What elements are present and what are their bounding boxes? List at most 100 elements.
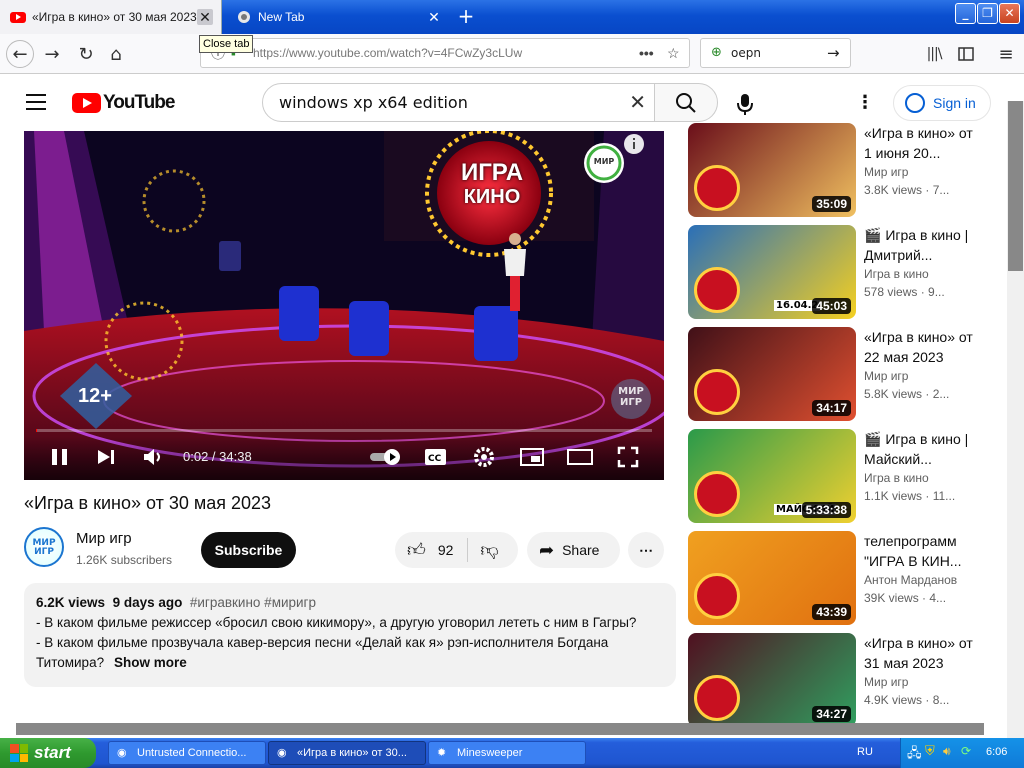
page-actions-icon[interactable]: ••• bbox=[639, 39, 654, 67]
show-logo-badge bbox=[694, 471, 740, 517]
network-icon[interactable]: 🖧︎ bbox=[907, 744, 922, 766]
tab-new-tab[interactable]: New Tab ✕ bbox=[224, 0, 450, 34]
related-video-thumbnail[interactable]: 34:27 bbox=[688, 633, 856, 727]
channel-name[interactable]: Мир игр bbox=[76, 530, 132, 547]
watermark-line1: МИР bbox=[618, 386, 644, 397]
related-video-views: 1.1K views · 11... bbox=[864, 489, 956, 503]
related-video-channel: Игра в кино bbox=[864, 267, 929, 281]
video-duration: 35:09 bbox=[812, 196, 851, 212]
home-icon[interactable]: ⌂ bbox=[102, 40, 130, 68]
show-logo-badge bbox=[694, 369, 740, 415]
bookmark-star-icon[interactable]: ☆ bbox=[667, 39, 680, 67]
hashtags[interactable]: #игравкино #миригр bbox=[190, 595, 316, 610]
volume-icon[interactable] bbox=[142, 446, 164, 468]
related-video-item[interactable]: 34:17 «Игра в кино» от 22 мая 2023 Мир игр… bbox=[688, 327, 988, 423]
minimize-window-button[interactable]: _ bbox=[955, 3, 976, 24]
related-video-item[interactable]: 34:27 «Игра в кино» от 31 мая 2023 Мир игр… bbox=[688, 633, 988, 729]
update-icon[interactable]: ⟳ bbox=[961, 744, 971, 758]
related-video-item[interactable]: 35:09 «Игра в кино» от 1 июня 20... Мир иг… bbox=[688, 123, 988, 219]
related-video-thumbnail[interactable]: МАЙСКИЙ5:33:38 bbox=[688, 429, 856, 523]
related-video-item[interactable]: МАЙСКИЙ5:33:38🎬 Игра в кино | Майский...… bbox=[688, 429, 988, 525]
windows-taskbar: start ◉ Untrusted Connectio... ◉ «Игра в… bbox=[0, 738, 1024, 768]
sign-in-button[interactable]: Sign in bbox=[893, 85, 991, 121]
vertical-scrollbar-thumb[interactable] bbox=[1008, 101, 1023, 271]
theater-mode-icon[interactable] bbox=[566, 446, 594, 468]
sidebar-toggle-icon[interactable] bbox=[952, 40, 980, 68]
tab-youtube[interactable]: «Игра в кино» от 30 мая 2023 - Y ✕ bbox=[0, 0, 222, 34]
related-video-title[interactable]: «Игра в кино» от 22 мая 2023 bbox=[864, 327, 980, 367]
progress-bar-fill bbox=[36, 429, 37, 432]
channel-avatar[interactable]: МИР ИГР bbox=[24, 527, 64, 567]
related-video-thumbnail[interactable]: 34:17 bbox=[688, 327, 856, 421]
related-video-title[interactable]: «Игра в кино» от 1 июня 20... bbox=[864, 123, 980, 163]
description-box[interactable]: 6.2K views 9 days ago #игравкино #миригр… bbox=[24, 583, 676, 687]
related-video-title[interactable]: телепрограмм "ИГРА В КИН... bbox=[864, 531, 980, 571]
library-icon[interactable]: |||\ bbox=[920, 40, 948, 68]
new-tab-plus-icon[interactable]: + bbox=[454, 5, 478, 29]
youtube-logo[interactable]: YouTube bbox=[72, 92, 175, 114]
captions-icon[interactable]: CC bbox=[424, 446, 448, 468]
start-button[interactable]: start bbox=[0, 738, 96, 768]
fullscreen-icon[interactable] bbox=[616, 445, 640, 469]
security-shield-icon[interactable]: ⛨ bbox=[925, 743, 935, 759]
video-player[interactable]: ИГРА КИНО МИР 12+ МИР ИГР 0:02 / 34:38 C… bbox=[24, 131, 664, 480]
related-video-item[interactable]: 16.04.2 45:03 🎬 Игра в кино | Дмитрий... Иг… bbox=[688, 225, 988, 321]
forward-arrow-icon[interactable]: → bbox=[38, 40, 66, 68]
video-duration: 43:39 bbox=[812, 604, 851, 620]
related-video-thumbnail[interactable]: 43:39 bbox=[688, 531, 856, 625]
clear-search-icon[interactable]: ✕ bbox=[629, 84, 646, 121]
browser-search-field[interactable]: ⊕ oepn → bbox=[700, 38, 851, 68]
video-title: «Игра в кино» от 30 мая 2023 bbox=[24, 493, 272, 513]
related-video-thumbnail[interactable]: 16.04.2 45:03 bbox=[688, 225, 856, 319]
next-video-icon[interactable] bbox=[96, 447, 116, 467]
menu-hamburger-icon[interactable]: ≡ bbox=[992, 40, 1020, 68]
related-video-title[interactable]: «Игра в кино» от 31 мая 2023 bbox=[864, 633, 980, 673]
show-more-link[interactable]: Show more bbox=[110, 653, 187, 673]
reload-icon[interactable]: ↻ bbox=[72, 40, 100, 68]
maximize-window-button[interactable]: ❐ bbox=[977, 3, 998, 24]
thumbs-down-icon[interactable]: 👎︎ bbox=[480, 539, 498, 561]
related-video-title[interactable]: 🎬 Игра в кино | Майский... bbox=[864, 429, 980, 469]
settings-more-icon[interactable]: ⋮ bbox=[855, 92, 875, 114]
related-video-thumbnail[interactable]: 35:09 bbox=[688, 123, 856, 217]
subscribe-button[interactable]: Subscribe bbox=[201, 532, 296, 568]
guide-menu-icon[interactable] bbox=[26, 94, 46, 110]
related-video-views: 5.8K views · 2... bbox=[864, 387, 950, 401]
taskbar-item-untrusted-connection[interactable]: ◉ Untrusted Connectio... bbox=[108, 741, 266, 765]
share-button[interactable]: ➦ Share bbox=[527, 532, 620, 568]
close-tab-icon[interactable]: ✕ bbox=[426, 9, 442, 25]
like-count[interactable]: 92 bbox=[438, 542, 454, 558]
thumbs-up-icon[interactable]: 👍︎ bbox=[407, 539, 426, 561]
subscriber-count: 1.26K subscribers bbox=[76, 553, 173, 567]
age-rating-badge: 12+ bbox=[78, 385, 112, 407]
taskbar-item-youtube[interactable]: ◉ «Игра в кино» от 30... bbox=[268, 741, 426, 765]
minesweeper-icon: ✹ bbox=[437, 747, 447, 759]
related-video-views: 3.8K views · 7... bbox=[864, 183, 950, 197]
back-arrow-icon[interactable]: ← bbox=[6, 40, 34, 68]
related-video-item[interactable]: 43:39 телепрограмм "ИГРА В КИН... Антон Ма… bbox=[688, 531, 988, 627]
language-indicator[interactable]: RU bbox=[857, 746, 873, 758]
search-button[interactable] bbox=[654, 83, 718, 122]
youtube-play-logo-icon bbox=[72, 93, 101, 113]
youtube-wordmark: YouTube bbox=[103, 92, 175, 113]
autoplay-toggle-icon[interactable] bbox=[368, 447, 404, 467]
pause-icon[interactable] bbox=[50, 447, 70, 467]
miniplayer-icon[interactable] bbox=[519, 446, 545, 468]
volume-tray-icon[interactable]: 🔊︎ bbox=[943, 744, 951, 759]
related-video-title[interactable]: 🎬 Игра в кино | Дмитрий... bbox=[864, 225, 980, 265]
more-actions-icon[interactable]: ⋯ bbox=[628, 532, 664, 568]
voice-search-mic-icon[interactable] bbox=[730, 89, 760, 119]
close-window-button[interactable]: ✕ bbox=[999, 3, 1020, 24]
search-input[interactable]: windows xp x64 edition ✕ bbox=[262, 83, 655, 122]
show-logo: ИГРА КИНО bbox=[437, 161, 547, 209]
search-go-arrow-icon[interactable]: → bbox=[827, 39, 840, 67]
close-tab-icon[interactable]: ✕ bbox=[197, 9, 213, 25]
taskbar-item-minesweeper[interactable]: ✹ Minesweeper bbox=[428, 741, 586, 765]
video-duration: 5:33:38 bbox=[801, 502, 851, 518]
progress-bar[interactable] bbox=[36, 429, 652, 432]
url-text: https://www.youtube.com/watch?v=4FCwZy3c… bbox=[253, 46, 523, 60]
settings-gear-icon[interactable] bbox=[472, 445, 496, 469]
address-bar[interactable]: ⓘ ▪ https://www.youtube.com/watch?v=4FCw… bbox=[200, 38, 690, 68]
firefox-icon: ◉ bbox=[277, 747, 287, 759]
horizontal-scrollbar-thumb[interactable] bbox=[16, 723, 984, 735]
